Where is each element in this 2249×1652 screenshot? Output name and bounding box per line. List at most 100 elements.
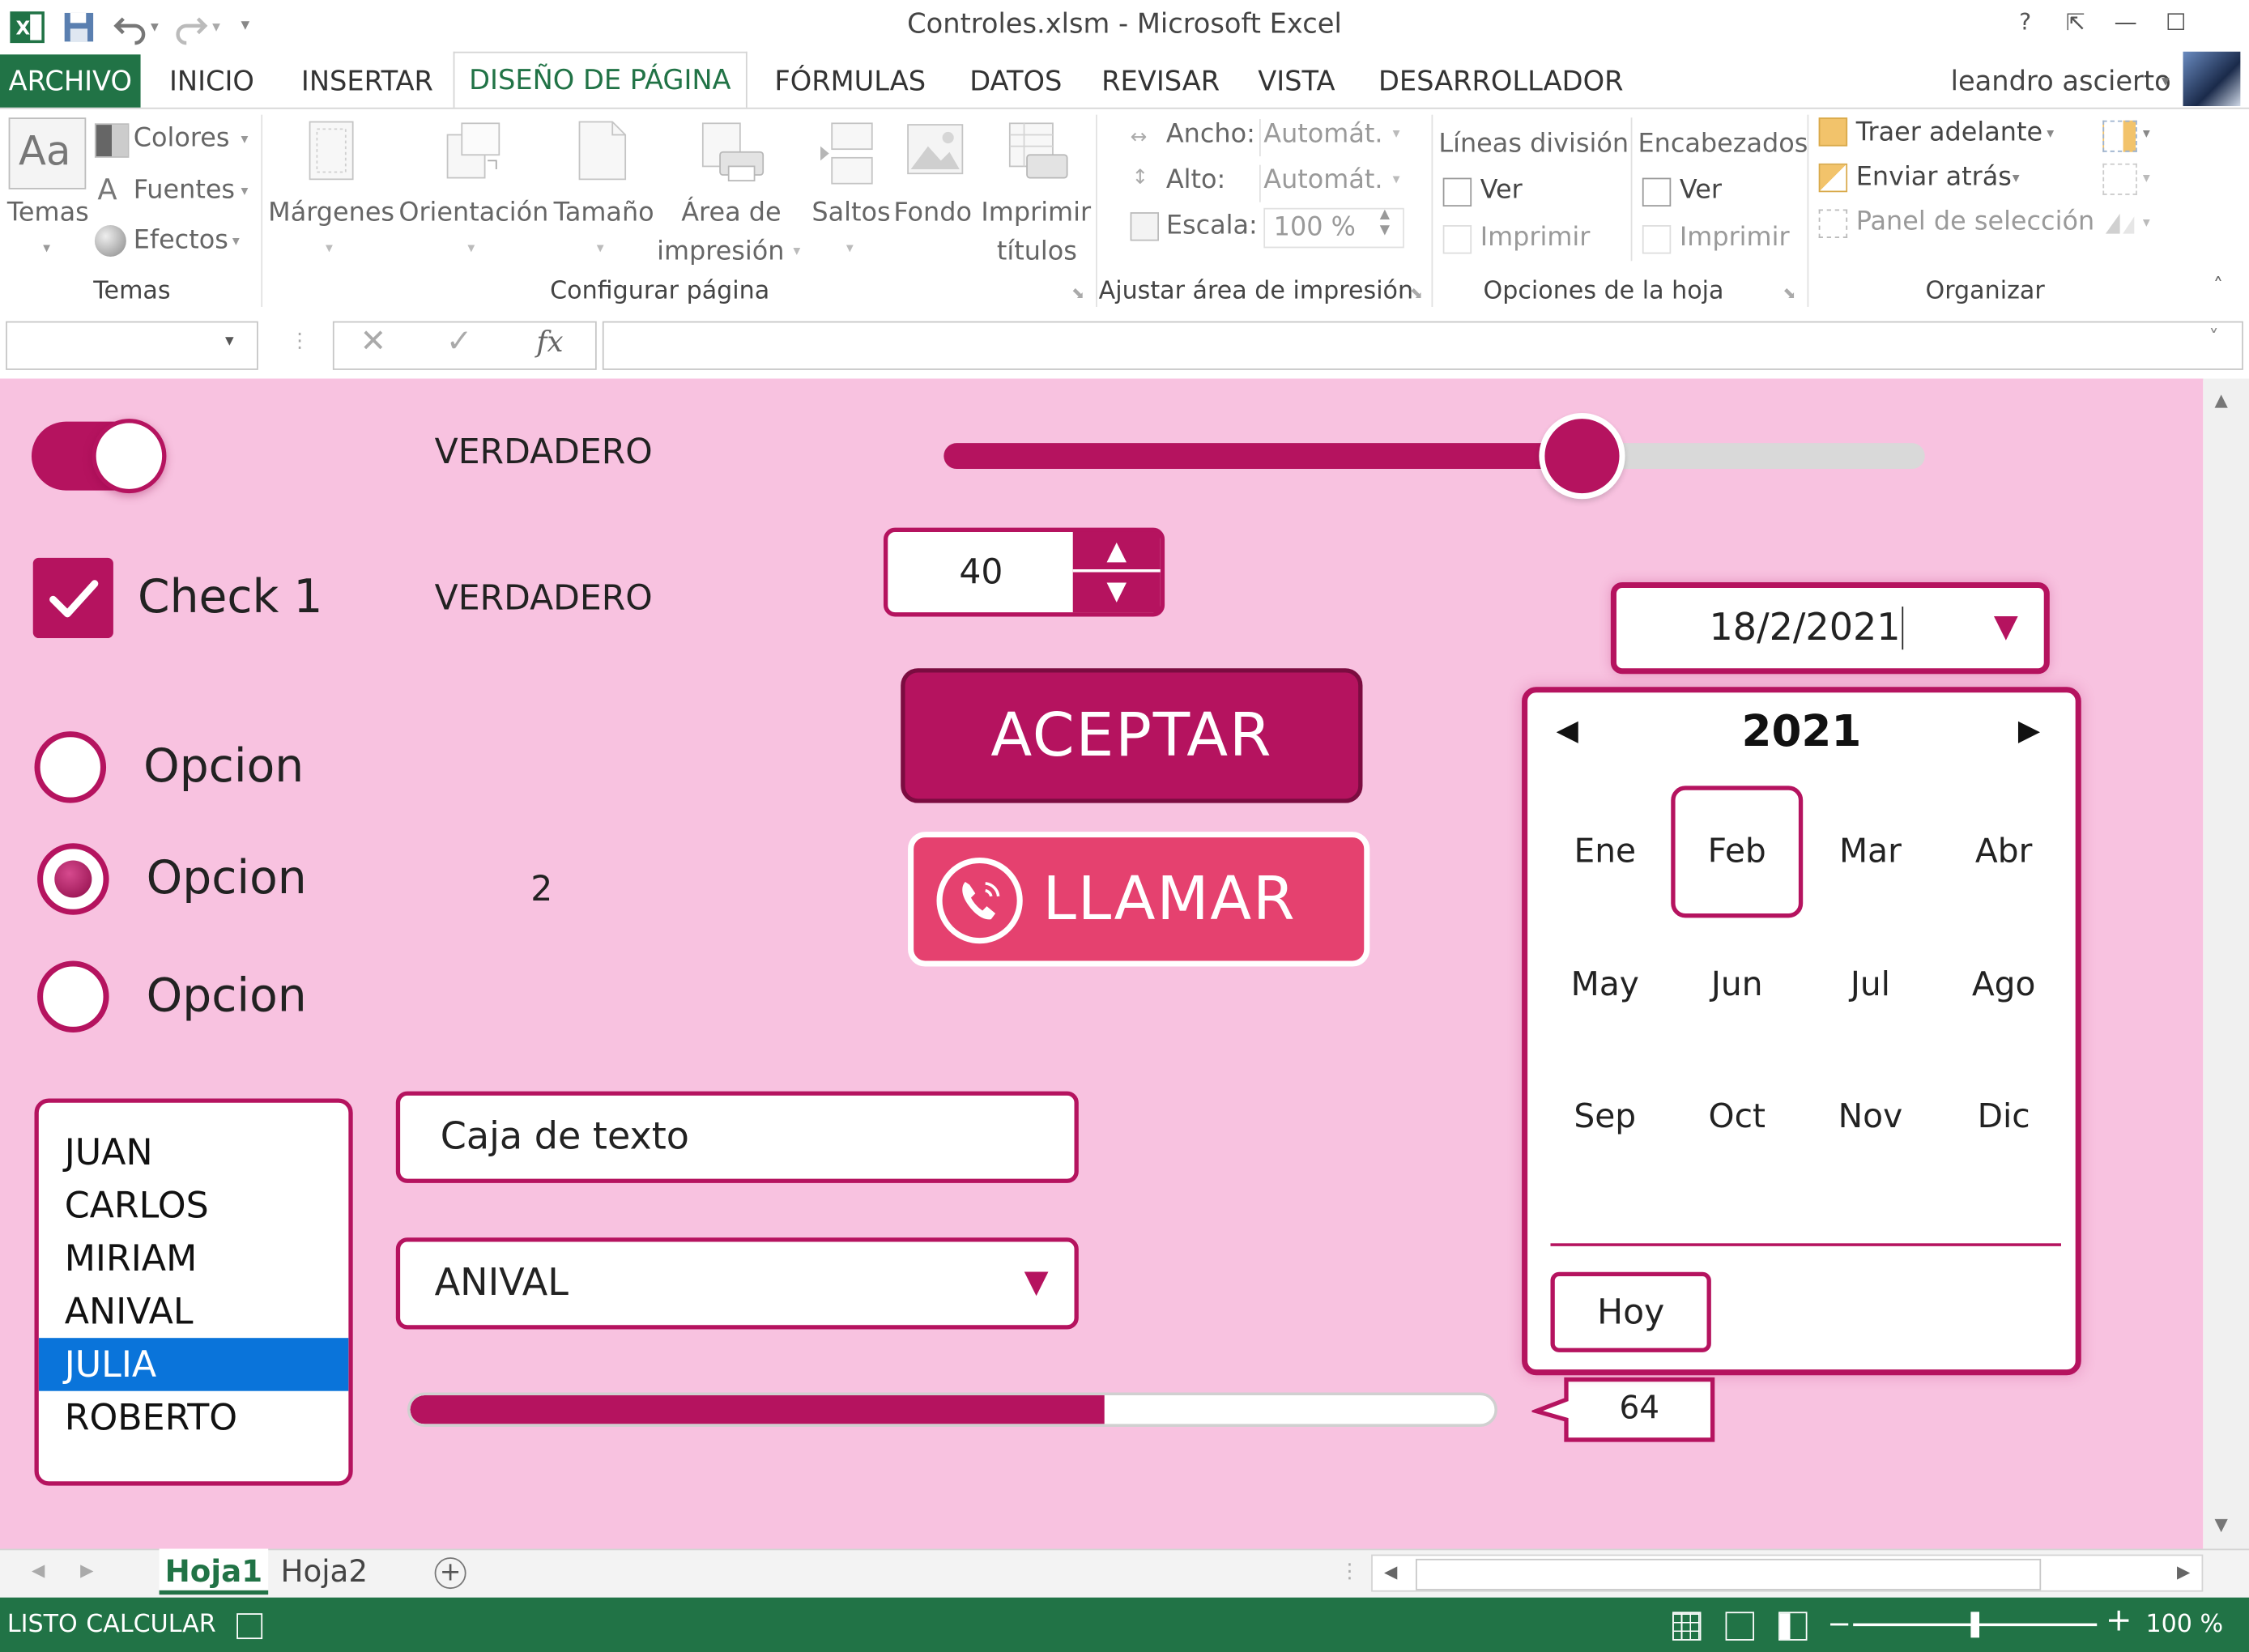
check-1-label[interactable]: Check 1 [138,569,322,624]
calendar-month[interactable]: Ene [1539,817,1671,886]
user-name[interactable]: leandro ascierto [1951,54,2171,109]
configurar-launcher-icon[interactable]: ⬊ [1071,284,1084,303]
collapse-ribbon-icon[interactable]: ˄ [2213,275,2223,298]
horizontal-scroll-thumb[interactable] [1416,1558,2042,1590]
zoom-in-icon[interactable]: + [2106,1603,2132,1639]
radio-option-2-label[interactable]: Opcion [147,850,307,905]
ancho-dropdown-icon[interactable]: ▾ [1393,126,1400,142]
headings-print-checkbox[interactable] [1642,225,1672,254]
tab-revisar[interactable]: REVISAR [1087,54,1233,109]
scroll-right-icon[interactable]: ▶ [2177,1561,2190,1582]
calendar-month[interactable]: Dic [1938,1083,2070,1152]
margenes-button[interactable]: Márgenes [268,198,394,228]
orientacion-button[interactable]: Orientación [398,198,548,228]
list-item[interactable]: ROBERTO [39,1391,349,1445]
slider-thumb[interactable] [1539,412,1625,500]
toggle-switch[interactable] [31,419,167,494]
alto-dropdown-icon[interactable]: ▾ [1393,172,1400,187]
align-dropdown-icon[interactable]: ▾ [2143,126,2150,142]
fuentes-dropdown-icon[interactable]: ▾ [241,184,249,199]
prev-sheet-icon[interactable]: ◀ [32,1560,45,1581]
user-dropdown-icon[interactable]: ▾ [2162,72,2170,91]
calendar-month[interactable]: Nov [1804,1083,1936,1152]
spinner-up-icon[interactable]: ▲ [1072,532,1161,573]
panel-seleccion-button[interactable]: Panel de selección [1856,206,2094,236]
rotate-dropdown-icon[interactable]: ▾ [2143,215,2150,231]
alto-select[interactable]: Automát. [1259,164,1407,202]
name-box[interactable] [6,321,258,370]
imprimir-titulos-label-2[interactable]: títulos [997,236,1077,266]
colores-dropdown-icon[interactable]: ▾ [241,132,249,147]
calendar-month[interactable]: Jul [1804,951,1936,1020]
list-item[interactable]: JUAN [39,1126,349,1179]
headings-view-checkbox[interactable] [1642,177,1672,206]
enter-icon[interactable]: ✓ [446,324,473,360]
saltos-button[interactable]: Saltos [811,198,890,228]
calendar-month[interactable]: Oct [1671,1083,1803,1152]
vertical-scrollbar[interactable]: ▲ ▼ [2203,378,2249,1549]
align-icon[interactable] [2102,120,2137,152]
name-box-dropdown-icon[interactable]: ▾ [225,330,234,350]
list-item[interactable]: ANIVAL [39,1285,349,1339]
margenes-dropdown-icon[interactable]: ▾ [326,241,333,256]
help-button[interactable]: ? [2009,9,2041,36]
check-1-checkbox[interactable] [32,557,113,639]
efectos-button[interactable]: Efectos [134,225,228,255]
insert-function-icon[interactable]: fx [536,324,563,358]
combo-box[interactable]: ANIVAL ▼ [395,1237,1079,1330]
radio-option-2[interactable] [37,843,109,915]
ancho-select[interactable]: Automát. [1259,118,1407,157]
calendar-month-selected[interactable]: Feb [1671,786,1804,918]
temas-button-label[interactable]: Temas [7,198,89,228]
saltos-dropdown-icon[interactable]: ▾ [846,241,854,256]
normal-view-icon[interactable] [1672,1612,1702,1641]
zoom-slider[interactable] [1853,1612,2098,1638]
ajustar-launcher-icon[interactable]: ⬊ [1410,284,1423,303]
combo-dropdown-icon[interactable]: ▼ [1024,1242,1049,1326]
page-layout-view-icon[interactable] [1725,1612,1754,1641]
calendar-month[interactable]: Abr [1938,817,2070,886]
radio-option-3[interactable] [37,960,109,1032]
horizontal-scrollbar[interactable]: ◀ ▶ [1371,1554,2204,1592]
area-impresion-label-2[interactable]: impresión [657,236,784,266]
tab-formulas[interactable]: FÓRMULAS [760,54,940,109]
area-impresion-label-1[interactable]: Área de [681,198,781,228]
names-listbox[interactable]: JUAN CARLOS MIRIAM ANIVAL JULIA ROBERTO [34,1098,353,1486]
tab-diseno-de-pagina[interactable]: DISEÑO DE PÁGINA [453,51,748,113]
spinner-value[interactable]: 40 [888,532,1074,612]
tamano-dropdown-icon[interactable]: ▾ [597,241,604,256]
expand-formula-icon[interactable]: ˅ [2209,327,2218,350]
traer-adelante-button[interactable]: Traer adelante [1856,117,2042,147]
avatar[interactable] [2183,51,2241,107]
radio-option-3-label[interactable]: Opcion [147,968,307,1022]
formula-input[interactable] [602,321,2243,370]
slider-track[interactable] [943,412,1925,500]
imprimir-titulos-label-1[interactable]: Imprimir [981,198,1091,228]
formula-bar-grip-icon[interactable]: ⋮ [290,330,310,352]
enviar-dropdown-icon[interactable]: ▾ [2013,171,2020,186]
traer-dropdown-icon[interactable]: ▾ [2047,126,2054,142]
group-dropdown-icon[interactable]: ▾ [2143,171,2150,186]
tab-insertar[interactable]: INSERTAR [287,54,447,109]
gridlines-print-checkbox[interactable] [1442,225,1472,254]
cancel-icon[interactable]: ✕ [360,324,387,360]
temas-dropdown-icon[interactable]: ▾ [43,241,50,256]
date-value[interactable]: 18/2/2021 [1616,588,1904,668]
ribbon-display-button[interactable]: ⇱ [2059,9,2091,36]
rotate-icon[interactable] [2102,208,2137,236]
tab-datos[interactable]: DATOS [956,54,1077,109]
opciones-launcher-icon[interactable]: ⬊ [1783,284,1795,303]
list-item[interactable]: CARLOS [39,1179,349,1233]
add-sheet-icon[interactable]: + [434,1557,466,1590]
llamar-button[interactable]: LLAMAR [908,832,1370,967]
sheet-tab-hoja2[interactable]: Hoja2 [275,1548,373,1595]
orientacion-dropdown-icon[interactable]: ▾ [467,241,475,256]
maximize-button[interactable]: ☐ [2160,9,2191,36]
group-objects-icon[interactable] [2102,163,2137,195]
calendar-today-button[interactable]: Hoy [1550,1271,1711,1352]
spinner-down-icon[interactable]: ▼ [1073,573,1161,613]
calendar-month[interactable]: Mar [1804,817,1936,886]
scroll-left-icon[interactable]: ◀ [1384,1561,1397,1582]
calendar-year[interactable]: 2021 [1527,707,2076,757]
list-item-selected[interactable]: JULIA [38,1338,349,1391]
